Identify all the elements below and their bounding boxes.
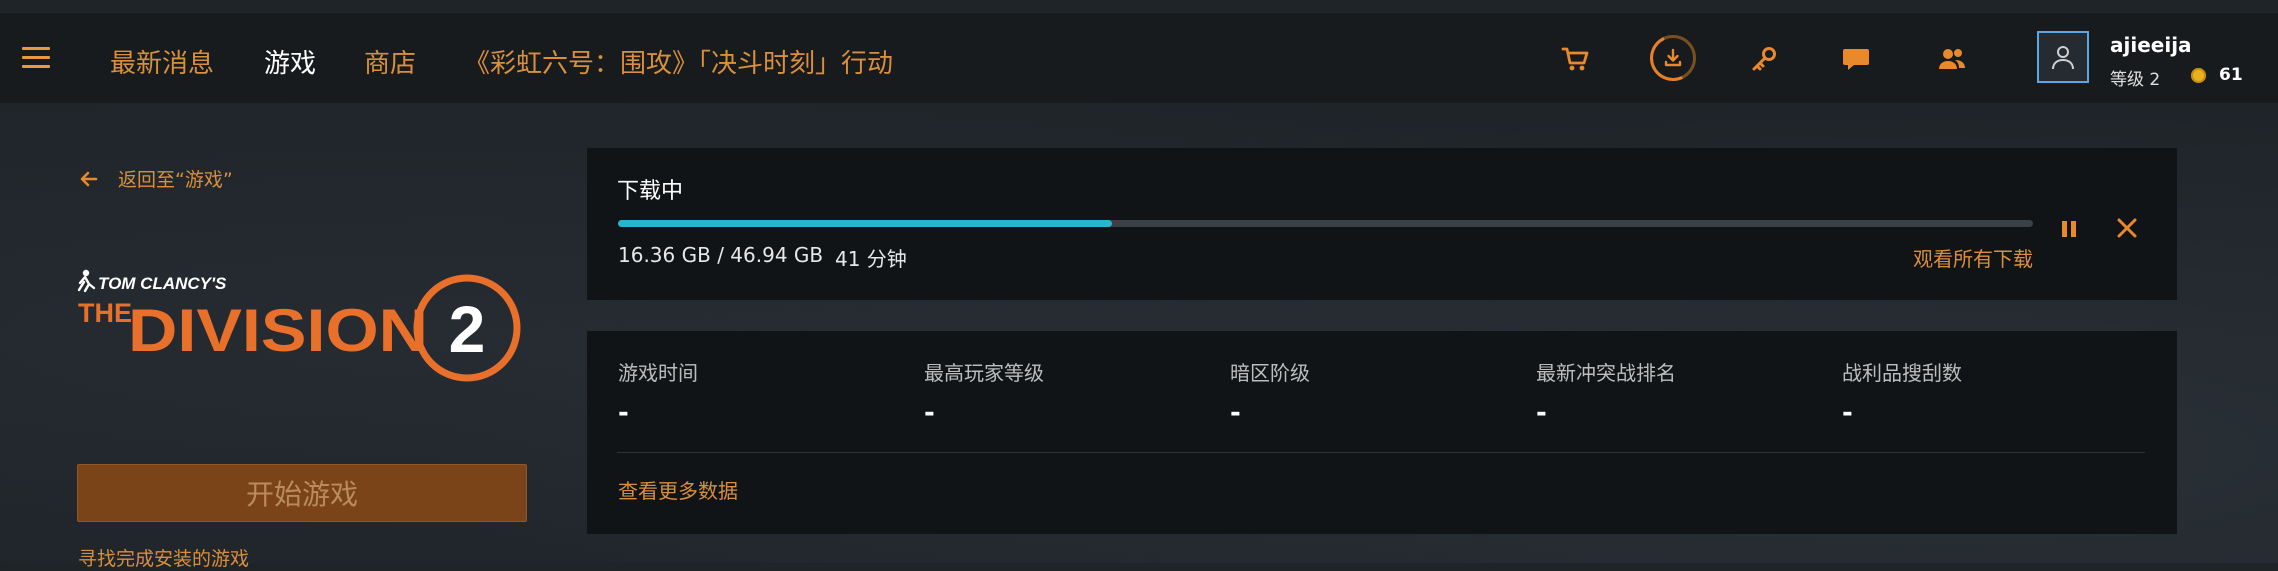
back-to-games-link[interactable]: 返回至“游戏” [78,165,233,192]
top-navigation-bar: 最新消息 游戏 商店 《彩虹六号：围攻》「决斗时刻」行动 ajieeija 等级… [0,12,2278,103]
logo-division: DIVISION [128,297,428,364]
stat-playtime: 游戏时间 - [618,357,698,428]
stat-label: 最高玩家等级 [924,361,1044,385]
download-panel: 下载中 16.36 GB / 46.94 GB 41 分钟 观看所有下载 [587,148,2177,300]
logo-tom-clancys: TOM CLANCY'S [98,274,227,293]
back-link-label: 返回至“游戏” [118,169,233,191]
username[interactable]: ajieeija [2110,33,2192,57]
stat-value: - [618,398,629,428]
nav-item-games[interactable]: 游戏 [264,43,316,80]
cart-icon[interactable] [1556,39,1596,79]
stat-conflict-rank: 最新冲突战排名 - [1536,357,1676,428]
pause-icon[interactable] [2054,214,2084,244]
stat-dark-zone-rank: 暗区阶级 - [1230,357,1310,428]
download-size: 16.36 GB / 46.94 GB [618,243,824,267]
nav-item-promo[interactable]: 《彩虹六号：围攻》「决斗时刻」行动 [464,43,893,80]
stat-loot-count: 战利品搜刮数 - [1842,357,1962,428]
coin-balance: 61 [2219,65,2243,85]
download-progress-fill [618,220,1112,227]
stat-value: - [1536,398,1547,428]
runner-icon [77,269,96,293]
download-icon[interactable] [1643,28,1703,88]
download-status-title: 下载中 [617,179,684,204]
game-stats-panel: 游戏时间 - 最高玩家等级 - 暗区阶级 - 最新冲突战排名 - 战利品搜刮数 … [587,331,2177,534]
download-time-remaining: 41 分钟 [835,247,907,271]
play-game-button[interactable]: 开始游戏 [77,464,527,522]
view-more-stats-link[interactable]: 查看更多数据 [618,475,738,504]
stat-label: 游戏时间 [618,361,698,385]
nav-item-news[interactable]: 最新消息 [110,43,214,80]
stat-max-level: 最高玩家等级 - [924,357,1044,428]
chat-icon[interactable] [1836,39,1876,79]
game-logo: TOM CLANCY'S THE DIVISION 2 [77,269,521,382]
divider [617,452,2145,453]
view-all-downloads-link[interactable]: 观看所有下载 [1913,243,2033,272]
close-icon[interactable] [2111,212,2143,244]
coin-icon [2191,68,2206,83]
stat-label: 暗区阶级 [1230,361,1310,385]
logo-number: 2 [449,292,486,366]
arrow-left-icon [80,171,98,186]
friends-icon[interactable] [1932,39,1972,79]
key-icon[interactable] [1744,39,1784,79]
logo-the: THE [78,298,132,328]
stat-value: - [1230,398,1241,428]
user-level: 等级 2 [2110,70,2161,90]
user-icon[interactable] [2037,31,2089,83]
nav-item-store[interactable]: 商店 [364,43,416,80]
stat-value: - [1842,398,1853,428]
download-progress-bar [618,220,2033,227]
stat-label: 最新冲突战排名 [1536,361,1676,385]
stat-label: 战利品搜刮数 [1842,361,1962,385]
hamburger-icon[interactable] [22,47,50,69]
find-installed-game-link[interactable]: 寻找完成安装的游戏 [78,544,249,571]
stat-value: - [924,398,935,428]
